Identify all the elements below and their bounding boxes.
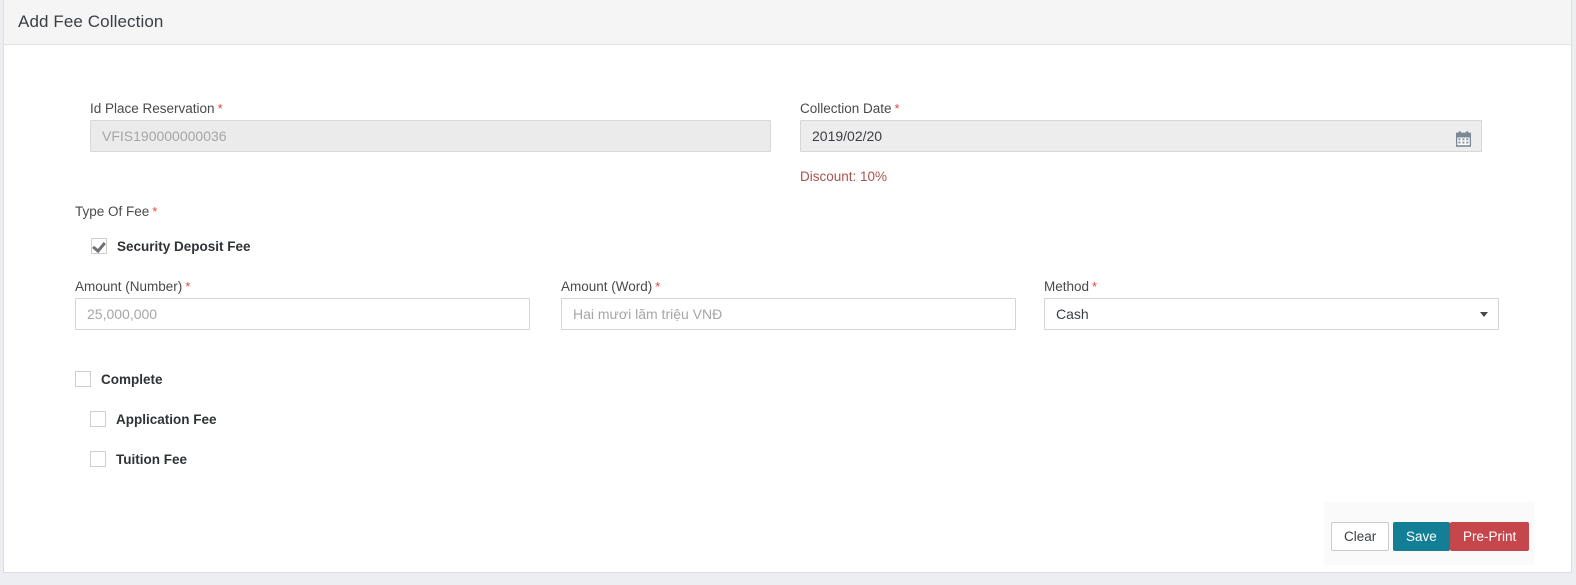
- label-text: Id Place Reservation: [90, 101, 215, 116]
- label-text: Amount (Number): [75, 279, 183, 294]
- collection-date-input[interactable]: [800, 120, 1447, 152]
- required-asterisk: *: [655, 279, 661, 294]
- checkbox-box[interactable]: [75, 371, 91, 387]
- page-title: Add Fee Collection: [18, 12, 164, 31]
- collection-date-label: Collection Date *: [800, 101, 900, 116]
- checkbox-label: Application Fee: [116, 411, 217, 427]
- required-asterisk: *: [185, 279, 191, 294]
- discount-note: Discount: 10%: [800, 169, 888, 184]
- checkbox-box[interactable]: [90, 451, 106, 467]
- method-label: Method *: [1044, 279, 1097, 294]
- clear-button[interactable]: Clear: [1331, 522, 1390, 551]
- checkbox-box[interactable]: [91, 238, 107, 254]
- amount-number-input[interactable]: [75, 298, 530, 330]
- action-bar: Clear Save Pre-Print: [1324, 502, 1534, 565]
- label-text: Method: [1044, 279, 1090, 294]
- save-button[interactable]: Save: [1393, 522, 1450, 551]
- calendar-icon: [1456, 131, 1471, 147]
- method-select[interactable]: Cash: [1044, 298, 1499, 330]
- required-asterisk: *: [152, 204, 158, 219]
- checkbox-complete[interactable]: Complete: [75, 371, 163, 387]
- checkbox-tuition-fee[interactable]: Tuition Fee: [90, 451, 187, 467]
- pre-print-button[interactable]: Pre-Print: [1450, 522, 1530, 551]
- required-asterisk: *: [894, 101, 900, 116]
- required-asterisk: *: [217, 101, 223, 116]
- checkbox-box[interactable]: [90, 411, 106, 427]
- amount-number-label: Amount (Number) *: [75, 279, 190, 294]
- method-select-wrapper[interactable]: Cash: [1044, 298, 1499, 330]
- calendar-icon-button[interactable]: [1446, 120, 1482, 152]
- label-text: Type Of Fee: [75, 204, 150, 219]
- checkbox-label: Security Deposit Fee: [117, 238, 251, 254]
- amount-word-label: Amount (Word) *: [561, 279, 660, 294]
- checkbox-security-deposit-fee[interactable]: Security Deposit Fee: [91, 238, 251, 254]
- label-text: Collection Date: [800, 101, 892, 116]
- id-place-reservation-label: Id Place Reservation *: [90, 101, 223, 116]
- label-text: Amount (Word): [561, 279, 653, 294]
- id-place-reservation-input[interactable]: [90, 120, 771, 152]
- checkbox-label: Complete: [101, 371, 163, 387]
- checkbox-label: Tuition Fee: [116, 451, 187, 467]
- type-of-fee-label: Type Of Fee *: [75, 204, 157, 219]
- panel-heading: Add Fee Collection: [4, 0, 1571, 45]
- panel-body: Id Place Reservation* Collection Date*: [4, 45, 1571, 572]
- checkbox-application-fee[interactable]: Application Fee: [90, 411, 217, 427]
- required-asterisk: *: [1092, 279, 1098, 294]
- add-fee-collection-panel: Add Fee Collection Id Place Reservation *…: [3, 0, 1572, 573]
- amount-word-input[interactable]: [561, 298, 1016, 330]
